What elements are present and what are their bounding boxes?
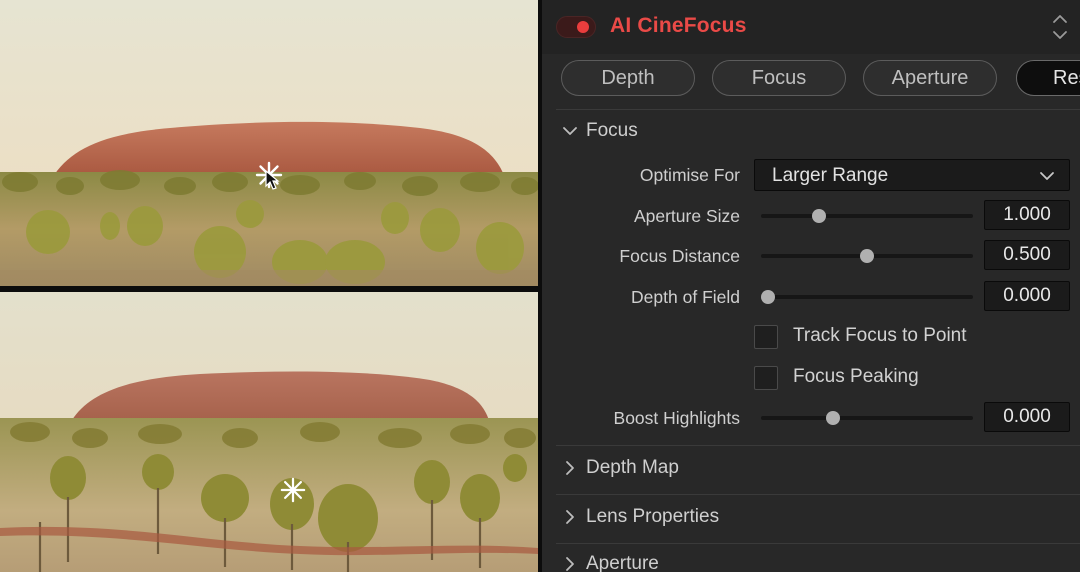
slider-thumb[interactable] — [860, 249, 874, 263]
optimise-for-dropdown[interactable]: Larger Range — [754, 159, 1070, 191]
section-header-depth-map[interactable]: Depth Map — [560, 453, 679, 483]
up-down-icon[interactable] — [1050, 12, 1070, 42]
focus-distance-label: Focus Distance — [619, 246, 740, 266]
section-title: Aperture — [586, 553, 659, 572]
plugin-title: AI CineFocus — [610, 14, 747, 37]
boost-highlights-input[interactable]: 0.000 — [984, 402, 1070, 432]
toggle-indicator — [577, 21, 589, 33]
slider-thumb[interactable] — [826, 411, 841, 425]
chevron-right-icon — [566, 461, 574, 475]
mouse-pointer-icon — [265, 170, 280, 190]
track-focus-checkbox[interactable] — [754, 325, 778, 349]
track-focus-label: Track Focus to Point — [793, 325, 967, 346]
slider-track — [761, 214, 973, 218]
focus-peaking-checkbox[interactable] — [754, 366, 778, 390]
tab-focus[interactable]: Focus — [712, 60, 846, 96]
preview-viewer-top[interactable] — [0, 0, 538, 286]
section-title: Depth Map — [586, 457, 679, 478]
separator — [556, 494, 1080, 495]
slider-thumb[interactable] — [761, 290, 775, 304]
preview-viewer-bottom[interactable] — [0, 292, 538, 572]
plugin-header: AI CineFocus — [542, 0, 1080, 54]
depth-of-field-label: Depth of Field — [631, 287, 740, 307]
landscape-image-sharp — [0, 0, 538, 286]
slider-track — [761, 416, 973, 420]
depth-of-field-slider[interactable] — [761, 290, 973, 304]
section-title: Focus — [586, 120, 638, 141]
tab-bar: Depth Focus Aperture Res — [542, 60, 1080, 98]
separator — [556, 109, 1080, 110]
boost-highlights-label: Boost Highlights — [613, 408, 740, 428]
chevron-down-icon — [563, 127, 577, 135]
focus-peaking-label: Focus Peaking — [793, 366, 919, 387]
chevron-right-icon — [566, 557, 574, 571]
plugin-enable-toggle[interactable] — [556, 16, 596, 38]
focus-distance-slider[interactable] — [761, 249, 973, 263]
aperture-size-slider[interactable] — [761, 209, 973, 223]
inspector-panel: AI CineFocus Depth Focus Aperture Res Fo… — [542, 0, 1080, 572]
dropdown-value: Larger Range — [772, 165, 889, 186]
aperture-size-label: Aperture Size — [633, 206, 740, 226]
section-header-lens-properties[interactable]: Lens Properties — [560, 502, 719, 532]
tab-aperture[interactable]: Aperture — [863, 60, 997, 96]
viewer-divider-horizontal — [0, 286, 540, 292]
optimise-for-label: Optimise For — [639, 165, 740, 185]
asterisk-icon[interactable] — [280, 477, 306, 503]
chevron-down-icon — [1040, 172, 1054, 180]
tab-depth[interactable]: Depth — [561, 60, 695, 96]
section-header-focus[interactable]: Focus — [560, 116, 638, 146]
focus-distance-input[interactable]: 0.500 — [984, 240, 1070, 270]
slider-thumb[interactable] — [812, 209, 827, 223]
depth-of-field-input[interactable]: 0.000 — [984, 281, 1070, 311]
landscape-image-blurred — [0, 292, 538, 572]
tab-res[interactable]: Res — [1016, 60, 1080, 96]
section-header-aperture[interactable]: Aperture — [560, 549, 659, 572]
aperture-size-input[interactable]: 1.000 — [984, 200, 1070, 230]
section-title: Lens Properties — [586, 506, 720, 527]
slider-track — [761, 295, 973, 299]
chevron-right-icon — [566, 510, 574, 524]
separator — [556, 445, 1080, 446]
boost-highlights-slider[interactable] — [761, 411, 973, 425]
separator — [556, 543, 1080, 544]
